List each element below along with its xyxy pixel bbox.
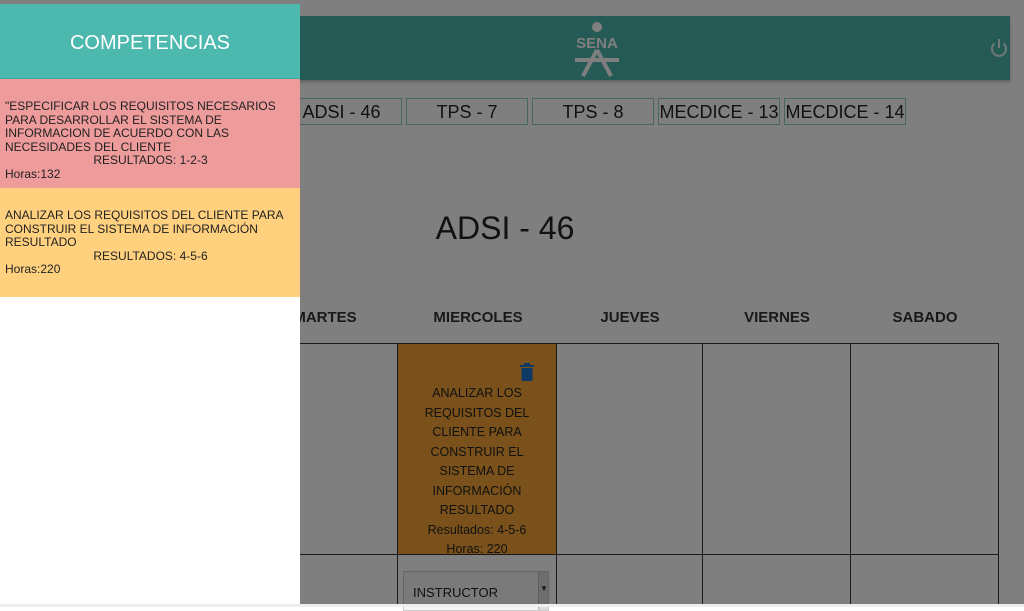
drawer-title: COMPETENCIAS (0, 4, 300, 79)
competencia-horas: Horas:132 (5, 166, 61, 181)
competencia-item[interactable]: ANALIZAR LOS REQUISITOS DEL CLIENTE PARA… (0, 188, 300, 297)
competencia-resultados: RESULTADOS: 4-5-6 (93, 248, 208, 263)
competencia-text: "ESPECIFICAR LOS REQUISITOS NECESARIOS P… (5, 99, 276, 154)
competencia-resultados: RESULTADOS: 1-2-3 (93, 153, 208, 167)
competencias-drawer: COMPETENCIAS "ESPECIFICAR LOS REQUISITOS… (0, 4, 300, 604)
competencia-item[interactable]: "ESPECIFICAR LOS REQUISITOS NECESARIOS P… (0, 79, 300, 188)
competencia-text: ANALIZAR LOS REQUISITOS DEL CLIENTE PARA… (5, 208, 283, 249)
competencia-horas: Horas:220 (5, 262, 61, 276)
